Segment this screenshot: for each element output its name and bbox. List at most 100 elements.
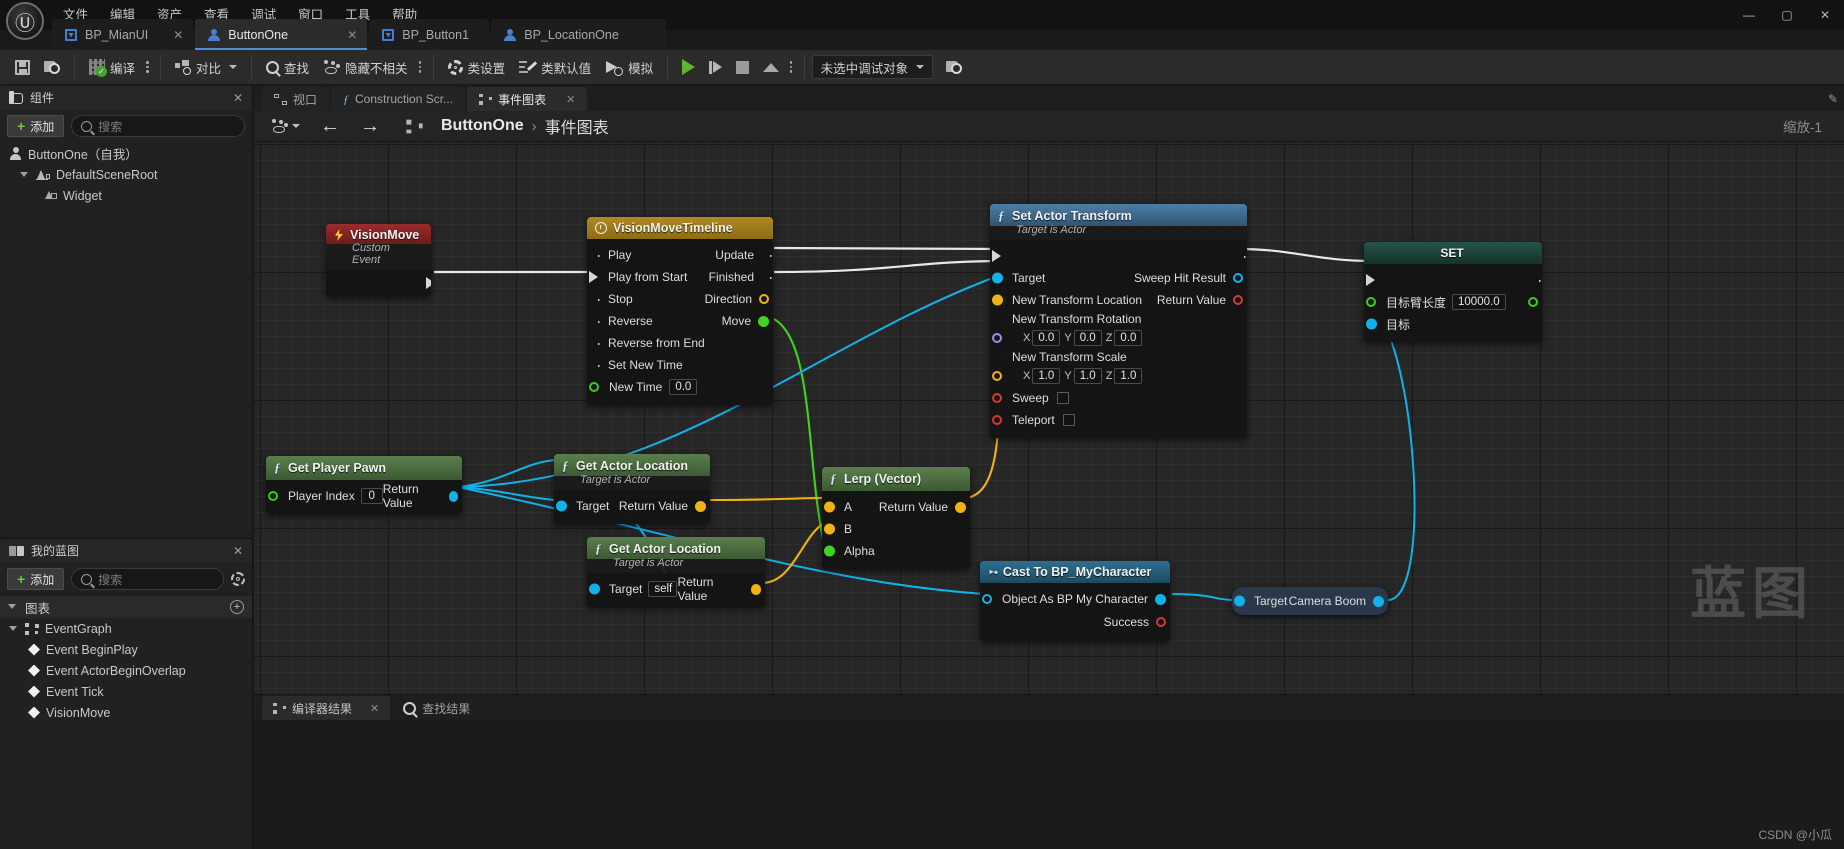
expand-arrow-icon[interactable]: [9, 624, 19, 634]
node-get-actor-location-1[interactable]: ƒ Get Actor Location Target is Actor Tar…: [554, 454, 710, 524]
asset-tab-bp-locationone[interactable]: BP_LocationOne: [491, 19, 667, 50]
my-blueprint-add-button[interactable]: + 添加: [7, 568, 65, 590]
expand-arrow-icon[interactable]: [8, 602, 18, 612]
timeline-row-play-from-start[interactable]: Play from Start Finished: [587, 266, 773, 288]
save-button[interactable]: [8, 53, 37, 81]
simulate-button[interactable]: 模拟: [598, 53, 660, 81]
input-pin-b[interactable]: [824, 523, 835, 535]
debug-browse-button[interactable]: [939, 53, 969, 81]
gpp-return-wrap[interactable]: Return Value: [383, 482, 458, 510]
timeline-row-reverse-from-end[interactable]: Reverse from End: [587, 332, 773, 354]
gal1-row[interactable]: Target Return Value: [554, 495, 710, 517]
lerp-row-b[interactable]: B: [822, 518, 970, 540]
input-pin-target[interactable]: [1366, 318, 1377, 330]
node-custom-event-visionmove[interactable]: VisionMove Custom Event: [326, 224, 431, 296]
set-row-exec[interactable]: [1364, 269, 1542, 291]
input-pin-target[interactable]: [1234, 595, 1245, 607]
bottom-panel-body[interactable]: [254, 720, 1844, 849]
navigate-back-button[interactable]: ←: [315, 113, 345, 139]
new-time-field[interactable]: 0.0: [669, 379, 698, 395]
target-self-field[interactable]: self: [648, 581, 678, 597]
set-row-target[interactable]: 目标: [1364, 313, 1542, 335]
node-set-variable[interactable]: SET 目标臂长度 10000.0 目标: [1364, 242, 1542, 342]
blueprint-graph-canvas[interactable]: VisionMove Custom Event VisionMoveTimeli…: [254, 142, 1844, 694]
node-set-actor-transform[interactable]: ƒ Set Actor Transform Target is Actor Ta…: [990, 204, 1247, 438]
input-pin-teleport[interactable]: [992, 415, 1002, 425]
input-pin-target[interactable]: [992, 272, 1003, 284]
input-pin-arm-length[interactable]: [1366, 297, 1376, 307]
expand-arrow-icon[interactable]: [20, 170, 30, 180]
set-out-wrap[interactable]: [1528, 297, 1538, 307]
my-blueprint-search-input[interactable]: 搜索: [71, 568, 224, 590]
input-pin-sweep[interactable]: [992, 393, 1002, 403]
timeline-output-update[interactable]: Update: [715, 248, 762, 262]
asset-tab-bp-mianui[interactable]: BP_MianUI ✕: [52, 19, 194, 50]
exec-out-wrap[interactable]: [1235, 250, 1236, 262]
edit-layout-icon[interactable]: ✎: [1828, 92, 1838, 106]
sat-row-target[interactable]: Target Sweep Hit Result: [990, 267, 1247, 289]
diff-button[interactable]: 对比: [168, 53, 244, 81]
timeline-row-play[interactable]: Play Update: [587, 244, 773, 266]
find-button[interactable]: 查找: [259, 53, 316, 81]
cast-row-success[interactable]: Success: [980, 610, 1170, 634]
exec-out-pin[interactable]: [1235, 250, 1244, 262]
exec-out-pin[interactable]: [1530, 274, 1539, 286]
class-settings-button[interactable]: 类设置: [441, 53, 513, 81]
sweep-checkbox[interactable]: [1056, 392, 1069, 404]
output-pin-as-character[interactable]: [1155, 593, 1166, 605]
component-row-defaultsceneroot[interactable]: DefaultSceneRoot: [0, 164, 252, 185]
cast-as-wrap[interactable]: As BP My Character: [1040, 592, 1166, 606]
input-pin-a[interactable]: [824, 501, 835, 513]
exec-in-pin[interactable]: [992, 250, 1001, 262]
cast-row-object[interactable]: Object As BP My Character: [980, 588, 1170, 610]
graph-tab-viewport[interactable]: 视口: [262, 87, 330, 111]
output-pin-sweep-hit-result[interactable]: [1233, 273, 1243, 283]
my-blueprint-section-graphs[interactable]: 图表 +: [0, 596, 252, 618]
bottom-tab-find-results[interactable]: 查找结果: [392, 696, 481, 720]
my-blueprint-item-event-actorbeginoverlap[interactable]: Event ActorBeginOverlap: [0, 660, 252, 681]
play-button[interactable]: [675, 53, 702, 81]
class-defaults-button[interactable]: 类默认值: [512, 53, 598, 81]
output-pin-return-value[interactable]: [695, 500, 706, 512]
graph-tab-close-icon[interactable]: ✕: [566, 93, 575, 106]
input-pin-player-index[interactable]: [268, 491, 278, 501]
scale-x-field[interactable]: 1.0: [1032, 368, 1061, 384]
my-blueprint-panel-close-icon[interactable]: ✕: [211, 544, 243, 558]
my-blueprint-item-event-tick[interactable]: Event Tick: [0, 681, 252, 702]
exec-out-pin-update[interactable]: [761, 249, 770, 261]
timeline-output-finished[interactable]: Finished: [709, 270, 762, 284]
graph-tab-event-graph[interactable]: 事件图表 ✕: [467, 87, 588, 111]
breadcrumb-root[interactable]: ButtonOne: [441, 117, 524, 135]
output-pin-return-value[interactable]: [448, 490, 458, 502]
exec-in-pin-play-from-start[interactable]: [589, 271, 598, 283]
lerp-return-wrap[interactable]: Return Value: [879, 500, 966, 514]
node-get-camera-boom[interactable]: Target Camera Boom: [1232, 587, 1388, 615]
bottom-tab-close-icon[interactable]: ✕: [370, 702, 379, 715]
exec-in-pin-reverse[interactable]: [589, 315, 598, 327]
gal2-return-wrap[interactable]: Return Value: [677, 575, 761, 603]
input-pin-target[interactable]: [556, 500, 567, 512]
component-row-buttonone[interactable]: ButtonOne（自我）: [0, 143, 252, 164]
input-pin-new-transform-location[interactable]: [992, 294, 1003, 306]
input-pin-new-time[interactable]: [589, 382, 599, 392]
hide-unrelated-options-icon[interactable]: [415, 61, 426, 73]
lerp-row-alpha[interactable]: Alpha: [822, 540, 970, 562]
timeline-output-move[interactable]: Move: [722, 314, 769, 328]
node-cast-to-bp-mycharacter[interactable]: ‣• Cast To BP_MyCharacter Object As BP M…: [980, 561, 1170, 641]
exec-in-pin-stop[interactable]: [589, 293, 598, 305]
navigate-forward-button[interactable]: →: [355, 113, 385, 139]
player-index-field[interactable]: 0: [360, 488, 383, 504]
input-pin-new-transform-rotation[interactable]: [992, 333, 1002, 343]
rotation-z-field[interactable]: 0.0: [1114, 330, 1143, 346]
timeline-row-reverse[interactable]: Reverse Move: [587, 310, 773, 332]
asset-tab-close-icon[interactable]: ✕: [155, 28, 183, 42]
timeline-row-new-time[interactable]: New Time 0.0: [587, 376, 773, 398]
step-button[interactable]: [702, 53, 729, 81]
gal2-row[interactable]: Target self Return Value: [587, 575, 765, 603]
exec-out-pin[interactable]: [426, 277, 431, 289]
exec-out-pin-finished[interactable]: [761, 271, 770, 283]
sat-row-scale-values[interactable]: X 1.0 Y 1.0 Z 1.0: [990, 365, 1247, 387]
exec-in-pin-reverse-from-end[interactable]: [589, 337, 598, 349]
camera-boom-row[interactable]: Target Camera Boom: [1232, 589, 1388, 613]
rotation-x-field[interactable]: 0.0: [1032, 330, 1061, 346]
